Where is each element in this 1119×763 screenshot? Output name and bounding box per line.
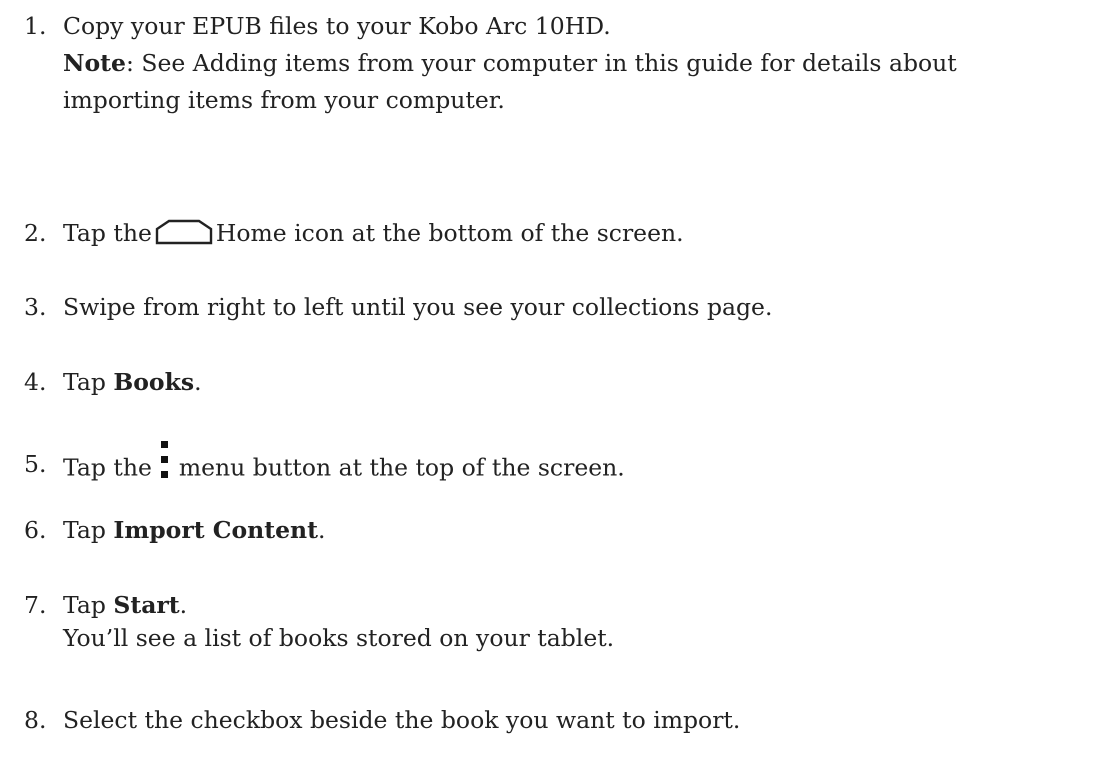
step-bold-term: Books xyxy=(113,368,195,396)
step-text-after: . xyxy=(179,591,188,619)
step-text-before-icon: Tap the xyxy=(63,219,152,247)
step-text-before: Tap xyxy=(63,516,114,544)
menu-icon xyxy=(159,439,171,481)
step-note: Note: See Adding items from your compute… xyxy=(63,47,1113,80)
step-text: Select the checkbox beside the book you … xyxy=(63,706,741,734)
step-body: Select the checkbox beside the book you … xyxy=(63,704,1113,737)
step-text: Swipe from right to left until you see y… xyxy=(63,293,773,321)
step-number: 1. xyxy=(24,12,47,40)
step-body: Tap the menu button at the top of the scr… xyxy=(63,441,1113,490)
step-body: Tap Start. You’ll see a list of books st… xyxy=(63,589,1113,655)
step-text-before-icon: Tap the xyxy=(63,453,152,482)
step-number: 8. xyxy=(24,706,47,734)
step-number: 3. xyxy=(24,293,47,321)
step-number: 4. xyxy=(24,368,47,396)
step-note-continued: importing items from your computer. xyxy=(63,86,505,114)
step-result-text: You’ll see a list of books stored on you… xyxy=(63,624,615,652)
home-icon xyxy=(155,219,213,245)
step-body: Copy your EPUB files to your Kobo Arc 10… xyxy=(63,10,1113,117)
step-body: Tap Import Content. xyxy=(63,514,1113,547)
step-text-after: . xyxy=(194,368,202,396)
step-text-before: Tap xyxy=(63,591,114,619)
step-number: 6. xyxy=(24,516,47,544)
step-body: Tap Books. xyxy=(63,366,1113,399)
note-text: : See Adding items from your computer in… xyxy=(125,49,957,77)
step-text: Copy your EPUB files to your Kobo Arc 10… xyxy=(63,12,611,40)
step-body: Swipe from right to left until you see y… xyxy=(63,291,1113,324)
step-text-after-icon: Home icon at the bottom of the screen. xyxy=(215,219,684,247)
step-bold-term: Import Content xyxy=(113,516,318,544)
step-number: 7. xyxy=(24,591,47,619)
step-text-after-icon: menu button at the top of the screen. xyxy=(178,453,625,482)
step-number: 5. xyxy=(24,450,47,478)
note-label: Note xyxy=(63,49,126,77)
step-main-line: Tap Start. xyxy=(63,589,1113,622)
step-text-before: Tap xyxy=(63,368,114,396)
step-number: 2. xyxy=(24,219,47,247)
step-body: Tap the Home icon at the bottom of the sc… xyxy=(63,217,1113,250)
step-bold-term: Start xyxy=(113,591,180,619)
step-text-after: . xyxy=(317,516,326,544)
